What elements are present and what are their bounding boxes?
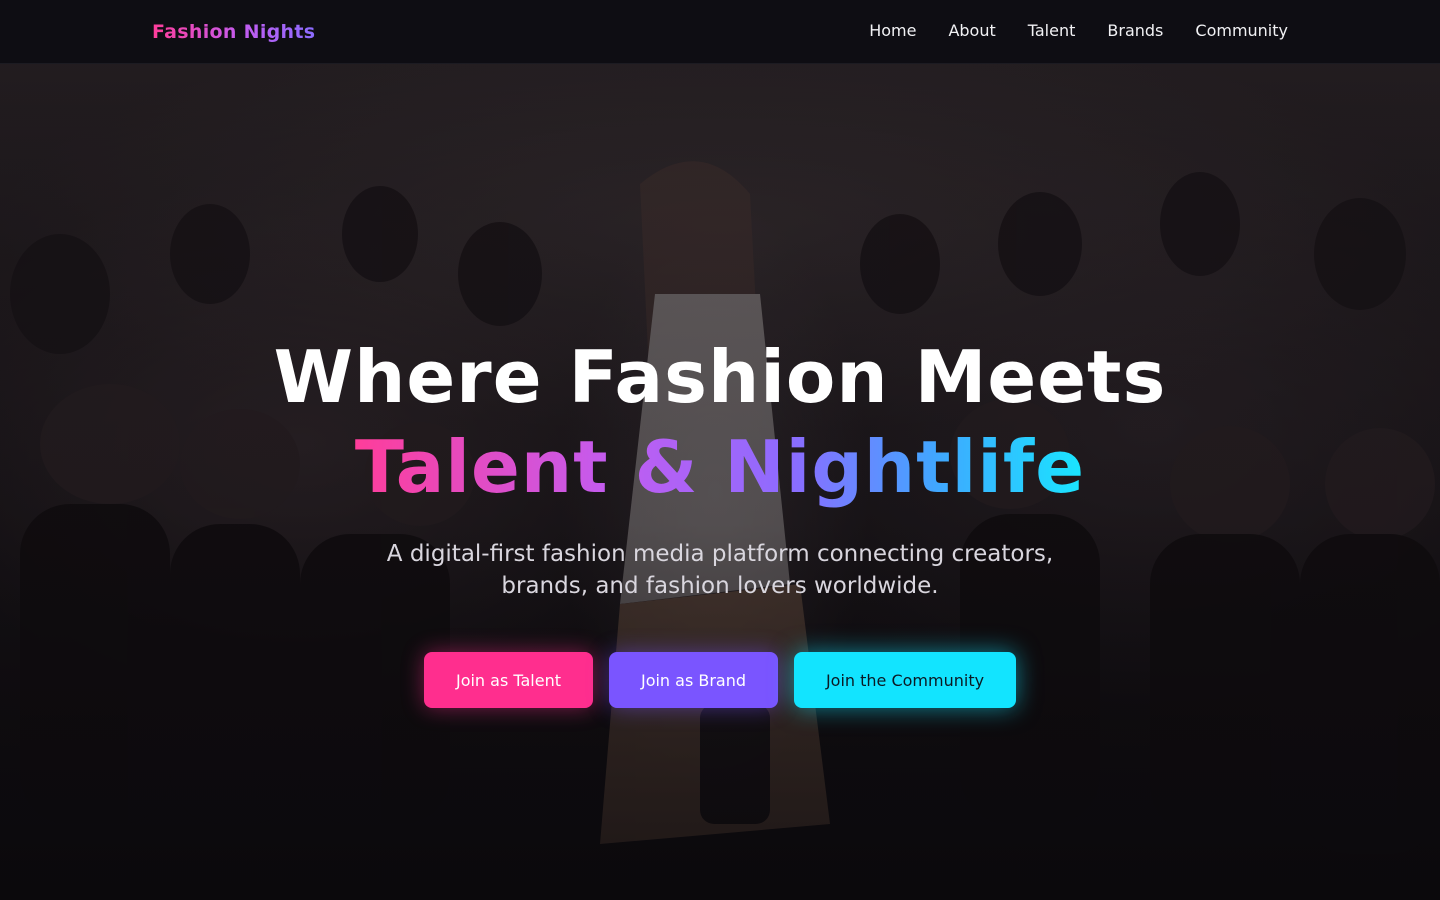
site-logo[interactable]: Fashion Nights: [152, 20, 315, 44]
hero-headline: Where Fashion Meets Talent & Nightlife: [0, 332, 1440, 512]
nav-link-brands[interactable]: Brands: [1107, 20, 1163, 42]
join-community-button[interactable]: Join the Community: [794, 652, 1016, 708]
landing-page: Fashion Nights Home About Talent Brands …: [0, 0, 1440, 900]
hero-subtitle: A digital-first fashion media platform c…: [386, 541, 1054, 599]
nav-link-home[interactable]: Home: [869, 20, 916, 42]
hero-section: Where Fashion Meets Talent & Nightlife A…: [0, 64, 1440, 900]
navbar: Fashion Nights Home About Talent Brands …: [0, 0, 1440, 64]
nav-link-talent[interactable]: Talent: [1028, 20, 1076, 42]
nav-link-community[interactable]: Community: [1195, 20, 1288, 42]
join-as-talent-button[interactable]: Join as Talent: [424, 652, 593, 708]
nav-link-about[interactable]: About: [948, 20, 995, 42]
headline-line-1: Where Fashion Meets: [273, 335, 1167, 419]
headline-line-2-gradient: Talent & Nightlife: [355, 422, 1085, 512]
cta-button-group: Join as Talent Join as Brand Join the Co…: [0, 652, 1440, 708]
hero-content: Where Fashion Meets Talent & Nightlife A…: [0, 332, 1440, 708]
join-as-brand-button[interactable]: Join as Brand: [609, 652, 778, 708]
main-navigation: Home About Talent Brands Community: [869, 20, 1288, 42]
